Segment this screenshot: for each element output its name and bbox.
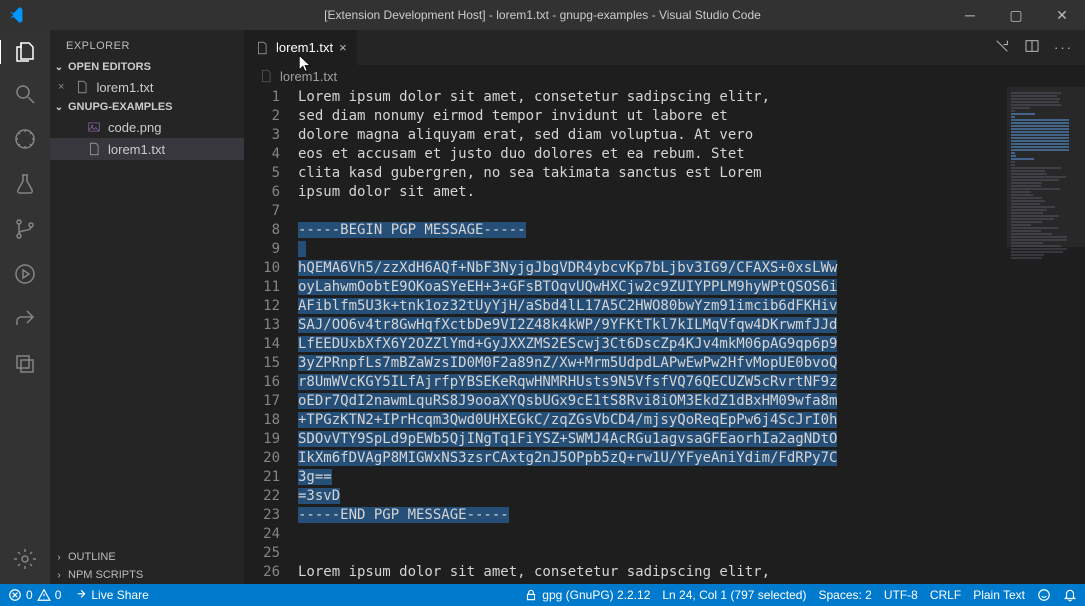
files-icon [13,40,37,64]
chevron-right-icon: › [54,552,64,563]
status-bar: 0 0 Live Share gpg (GnuPG) 2.2.12 Ln 24,… [0,584,1085,606]
image-file-icon [86,119,102,135]
smiley-icon [1037,588,1051,602]
activity-share[interactable] [13,307,37,334]
status-indentation[interactable]: Spaces: 2 [818,588,871,602]
activity-settings[interactable] [13,547,37,574]
status-problems[interactable]: 0 0 [8,588,61,602]
open-editor-item[interactable]: × lorem1.txt [50,76,244,98]
editor-group: lorem1.txt × ··· lorem1.txt 123456789101… [244,30,1085,584]
liveshare-icon [73,588,87,602]
tab-label: lorem1.txt [276,40,333,55]
error-count: 0 [26,588,33,602]
window-close[interactable]: ✕ [1039,0,1085,30]
outline-header[interactable]: › OUTLINE [50,548,244,566]
bug-icon [13,127,37,151]
status-encoding[interactable]: UTF-8 [884,588,918,602]
gear-icon [13,547,37,571]
status-eol[interactable]: CRLF [930,588,961,602]
language-label: Plain Text [973,588,1025,602]
breadcrumb[interactable]: lorem1.txt [244,65,1085,87]
file-txt-icon [258,68,274,84]
share-icon [13,307,37,331]
code-content[interactable]: Lorem ipsum dolor sit amet, consetetur s… [294,87,1085,584]
file-name: lorem1.txt [108,142,165,157]
minimap-viewport[interactable] [1007,87,1085,247]
tab-bar: lorem1.txt × ··· [244,30,1085,65]
line-number-gutter: 1234567891011121314151617181920212223242… [244,87,294,584]
editor-body[interactable]: 1234567891011121314151617181920212223242… [244,87,1085,584]
status-language[interactable]: Plain Text [973,588,1025,602]
play-circle-icon [13,262,37,286]
error-icon [8,588,22,602]
activity-search[interactable] [13,82,37,109]
breadcrumb-file: lorem1.txt [280,69,337,84]
compare-changes-icon[interactable] [994,38,1010,57]
more-actions-icon[interactable]: ··· [1054,40,1073,55]
status-feedback[interactable] [1037,588,1051,602]
file-item-code-png[interactable]: code.png [50,116,244,138]
position-label: Ln 24, Col 1 (797 selected) [662,588,806,602]
status-notifications[interactable] [1063,588,1077,602]
tab-lorem1-txt[interactable]: lorem1.txt × [244,30,358,65]
activity-debug[interactable] [13,127,37,154]
file-item-lorem1-txt[interactable]: lorem1.txt [50,138,244,160]
file-txt-icon [74,79,90,95]
window-minimize[interactable]: ─ [947,0,993,30]
file-name: code.png [108,120,162,135]
open-editor-filename: lorem1.txt [96,80,153,95]
activity-test[interactable] [13,172,37,199]
split-editor-icon[interactable] [1024,38,1040,57]
sidebar-title: EXPLORER [50,30,244,58]
gpg-label: gpg (GnuPG) 2.2.12 [542,588,650,602]
bell-icon [1063,588,1077,602]
chevron-down-icon: ⌄ [54,62,64,73]
activity-run[interactable] [13,262,37,289]
activity-references[interactable] [13,352,37,379]
spaces-label: Spaces: 2 [818,588,871,602]
minimap[interactable] [1007,87,1085,584]
status-gpg[interactable]: gpg (GnuPG) 2.2.12 [524,588,650,602]
flask-icon [13,172,37,196]
status-liveshare[interactable]: Live Share [73,588,148,602]
npm-label: NPM SCRIPTS [68,569,143,581]
lock-icon [524,588,538,602]
warning-count: 0 [55,588,62,602]
open-editors-label: OPEN EDITORS [68,61,151,73]
eol-label: CRLF [930,588,961,602]
workspace-label: GNUPG-EXAMPLES [68,101,173,113]
activity-explorer[interactable] [0,40,49,64]
close-icon[interactable]: × [58,81,64,93]
window-maximize[interactable]: ▢ [993,0,1039,30]
liveshare-label: Live Share [91,588,148,602]
outline-label: OUTLINE [68,551,116,563]
vscode-icon [10,6,28,24]
status-position[interactable]: Ln 24, Col 1 (797 selected) [662,588,806,602]
title-bar: [Extension Development Host] - lorem1.tx… [0,0,1085,30]
chevron-down-icon: ⌄ [54,102,64,113]
tab-close-icon[interactable]: × [339,40,347,55]
chevron-right-icon: › [54,570,64,581]
search-icon [13,82,37,106]
npm-scripts-header[interactable]: › NPM SCRIPTS [50,566,244,584]
workspace-header[interactable]: ⌄ GNUPG-EXAMPLES [50,98,244,116]
encoding-label: UTF-8 [884,588,918,602]
file-txt-icon [254,40,270,56]
branch-icon [13,217,37,241]
sidebar: EXPLORER ⌄ OPEN EDITORS × lorem1.txt ⌄ G… [50,30,244,584]
activity-scm[interactable] [13,217,37,244]
references-icon [13,352,37,376]
open-editors-header[interactable]: ⌄ OPEN EDITORS [50,58,244,76]
activity-bar [0,30,50,584]
warning-icon [37,588,51,602]
window-title: [Extension Development Host] - lorem1.tx… [324,8,761,22]
file-txt-icon [86,141,102,157]
